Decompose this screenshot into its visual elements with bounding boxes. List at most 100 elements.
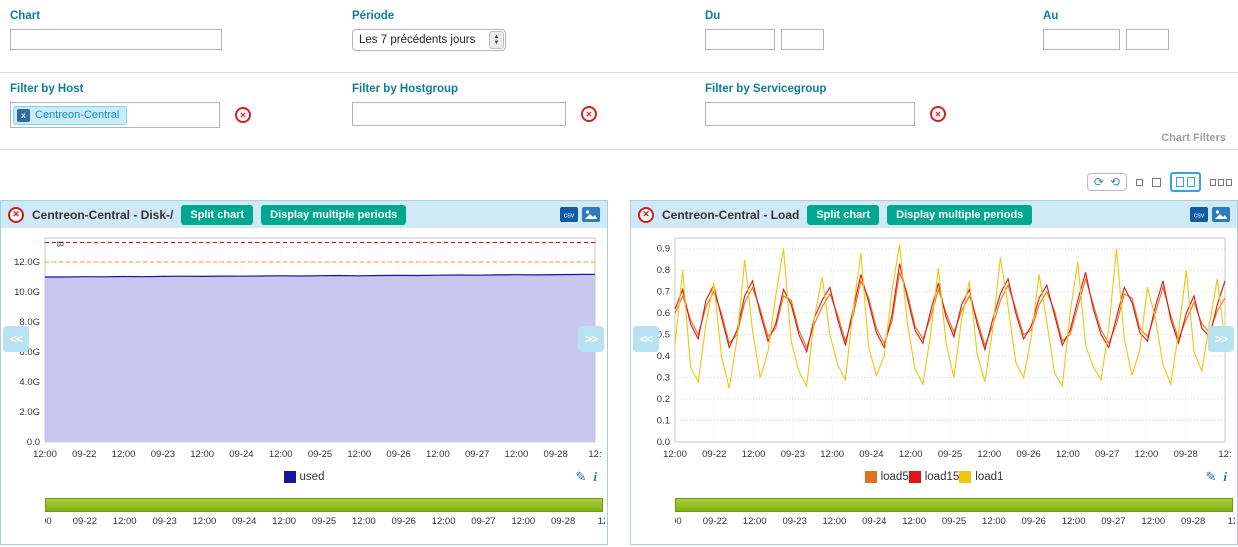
chart-legend: used: [284, 471, 325, 486]
host-chip-label: Centreon-Central: [35, 109, 119, 121]
timeline-tick-label: 12:00: [511, 516, 535, 527]
svg-text:09-25: 09-25: [938, 449, 962, 460]
host-filter-input[interactable]: x Centreon-Central: [10, 102, 220, 128]
scroll-period-forward-button[interactable]: >>: [1208, 326, 1234, 352]
svg-text:12:00: 12:00: [190, 449, 214, 460]
svg-text:0.9: 0.9: [657, 244, 670, 255]
svg-text:0.3: 0.3: [657, 373, 670, 384]
view-toolbar: ⟳ ⟲: [1087, 172, 1232, 192]
svg-text:09-23: 09-23: [151, 449, 175, 460]
chart-panel-disk: ✕ Centreon-Central - Disk-/ Split chart …: [0, 200, 608, 545]
au-field: Au: [1043, 10, 1169, 50]
display-multiple-periods-button[interactable]: Display multiple periods: [261, 205, 406, 225]
timeline-tick-label: 12:00: [1062, 516, 1086, 527]
status-timeline-bar[interactable]: [45, 498, 603, 512]
svg-text:12:: 12:: [1218, 449, 1231, 460]
split-chart-button[interactable]: Split chart: [181, 205, 253, 225]
timeline-tick-label: 12:00: [113, 516, 137, 527]
svg-text:09-22: 09-22: [72, 449, 96, 460]
chart-legend-row: used ✎ i: [1, 466, 607, 490]
export-image-icon[interactable]: [582, 207, 600, 222]
clear-hostgroup-filter-icon[interactable]: ✕: [581, 106, 597, 122]
load-chart[interactable]: 0.00.10.20.30.40.50.60.70.80.912:0009-22…: [631, 228, 1235, 466]
au-date-input[interactable]: [1043, 29, 1120, 50]
timeline-tick-label: 09-22: [73, 516, 97, 527]
timeline-tick-label: 09-28: [1181, 516, 1205, 527]
export-csv-icon[interactable]: csv: [560, 207, 578, 222]
pause-icon[interactable]: [1136, 179, 1143, 186]
svg-text:12.0G: 12.0G: [14, 257, 40, 268]
scroll-period-back-button[interactable]: <<: [633, 326, 659, 352]
timeline-tick-label: 09-25: [942, 516, 966, 527]
filter-row-top: Chart Période Les 7 précédents jours ▲▼ …: [0, 0, 1238, 73]
svg-text:12:00: 12:00: [1056, 449, 1080, 460]
svg-text:0.8: 0.8: [657, 265, 670, 276]
svg-text:12:00: 12:00: [505, 449, 529, 460]
svg-text:10.0G: 10.0G: [14, 287, 40, 298]
timeline-tick-label: 12:00: [982, 516, 1006, 527]
scroll-period-back-button[interactable]: <<: [3, 326, 29, 352]
svg-text:12:00: 12:00: [663, 449, 687, 460]
svg-text:09-25: 09-25: [308, 449, 332, 460]
status-timeline-bar[interactable]: [675, 498, 1233, 512]
layout-one-column-icon[interactable]: [1152, 178, 1161, 187]
timeline-tick-label: 09-22: [703, 516, 727, 527]
au-time-input[interactable]: [1126, 29, 1169, 50]
auto-refresh-icon[interactable]: ⟲: [1110, 175, 1120, 189]
svg-text:12:00: 12:00: [1135, 449, 1159, 460]
svg-text:12:: 12:: [588, 449, 601, 460]
hostgroup-filter-field: Filter by Hostgroup ✕: [352, 83, 597, 126]
close-chart-icon[interactable]: ✕: [638, 207, 654, 223]
du-field: Du: [705, 10, 824, 50]
du-date-input[interactable]: [705, 29, 775, 50]
clear-host-filter-icon[interactable]: ✕: [235, 107, 251, 123]
du-time-input[interactable]: [781, 29, 824, 50]
timeline-tick-label: 12:00: [902, 516, 926, 527]
refresh-group: ⟳ ⟲: [1087, 173, 1127, 191]
hostgroup-filter-input[interactable]: [352, 102, 566, 126]
chart-legend: load5load15load1: [865, 471, 1004, 486]
svg-text:12:00: 12:00: [269, 449, 293, 460]
chart-info-icon[interactable]: i: [1223, 469, 1227, 485]
split-chart-button[interactable]: Split chart: [807, 205, 879, 225]
chart-filter-field: Chart: [10, 10, 222, 50]
svg-text:09-28: 09-28: [1174, 449, 1198, 460]
timeline-tick-label: 09-26: [1022, 516, 1046, 527]
servicegroup-filter-label: Filter by Servicegroup: [705, 83, 946, 95]
chart-info-icon[interactable]: i: [593, 469, 597, 485]
status-timeline-labels: :0009-2212:0009-2312:0009-2412:0009-2512…: [675, 516, 1235, 529]
export-image-icon[interactable]: [1212, 207, 1230, 222]
hostgroup-filter-label: Filter by Hostgroup: [352, 83, 597, 95]
edit-chart-icon[interactable]: ✎: [575, 469, 586, 485]
scroll-period-forward-button[interactable]: >>: [578, 326, 604, 352]
clear-servicegroup-filter-icon[interactable]: ✕: [930, 106, 946, 122]
export-csv-icon[interactable]: csv: [1190, 207, 1208, 222]
chart-title: Centreon-Central - Load: [662, 208, 799, 222]
timeline-tick-label: 12:00: [432, 516, 456, 527]
edit-chart-icon[interactable]: ✎: [1205, 469, 1216, 485]
timeline-tick-label: 09-24: [862, 516, 886, 527]
remove-host-chip-icon[interactable]: x: [17, 109, 30, 122]
close-chart-icon[interactable]: ✕: [8, 207, 24, 223]
timeline-tick-label: 09-23: [782, 516, 806, 527]
timeline-tick-label: 09-23: [152, 516, 176, 527]
periode-select[interactable]: Les 7 précédents jours: [352, 29, 506, 51]
timeline-tick-label: 09-25: [312, 516, 336, 527]
svg-text:12:00: 12:00: [347, 449, 371, 460]
timeline-tick-label: 09-27: [1101, 516, 1125, 527]
timeline-tick-label: :00: [675, 516, 682, 527]
disk-usage-chart[interactable]: 0.02.0G4.0G6.0G8.0G10.0G12.0G12:0009-221…: [1, 228, 605, 466]
layout-three-columns-icon[interactable]: [1210, 179, 1232, 186]
host-filter-field: Filter by Host x Centreon-Central ✕: [10, 83, 251, 128]
legend-item: load1: [959, 471, 1003, 483]
svg-text:csv: csv: [1194, 213, 1205, 220]
refresh-icon[interactable]: ⟳: [1094, 175, 1104, 189]
svg-text:09-23: 09-23: [781, 449, 805, 460]
layout-two-columns-icon[interactable]: [1170, 172, 1201, 192]
svg-text:2.0G: 2.0G: [19, 407, 40, 418]
chart-filter-input[interactable]: [10, 29, 222, 50]
chart-filter-label: Chart: [10, 10, 222, 22]
display-multiple-periods-button[interactable]: Display multiple periods: [887, 205, 1032, 225]
servicegroup-filter-input[interactable]: [705, 102, 915, 126]
chart-panel-header: ✕ Centreon-Central - Load Split chart Di…: [631, 201, 1237, 228]
